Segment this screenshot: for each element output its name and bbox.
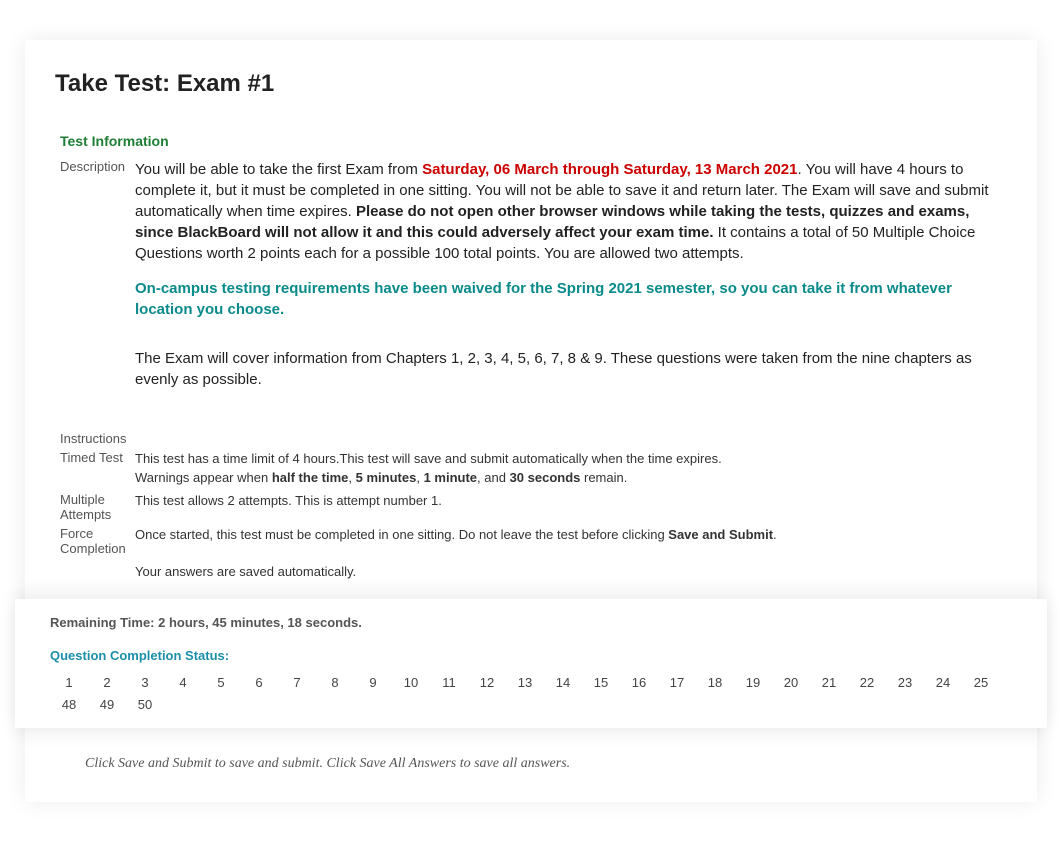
instructions-row: Instructions	[60, 429, 1002, 448]
timed-text: Warnings appear when	[135, 470, 272, 485]
description-row: Description You will be able to take the…	[60, 157, 1002, 429]
question-status-grid: 1234567891011121314151617181920212223242…	[50, 671, 1012, 723]
timed-text: remain.	[580, 470, 627, 485]
timed-text: ,	[416, 470, 423, 485]
force-completion-value: Once started, this test must be complete…	[135, 524, 1002, 585]
question-status-item[interactable]: 17	[658, 671, 696, 693]
description-paragraph-2: On-campus testing requirements have been…	[135, 278, 1002, 320]
question-status-item[interactable]: 12	[468, 671, 506, 693]
desc-dates: Saturday, 06 March through Saturday, 13 …	[422, 161, 797, 178]
timed-test-label: Timed Test	[60, 448, 135, 490]
question-status-item[interactable]: 19	[734, 671, 772, 693]
timed-test-row: Timed Test This test has a time limit of…	[60, 448, 1002, 490]
timed-5min: 5 minutes	[356, 470, 417, 485]
multiple-attempts-value: This test allows 2 attempts. This is att…	[135, 490, 1002, 524]
question-status-item[interactable]: 48	[50, 693, 88, 715]
desc-coverage: The Exam will cover information from Cha…	[135, 350, 972, 388]
instructions-label: Instructions	[60, 429, 135, 448]
timed-test-value: This test has a time limit of 4 hours.Th…	[135, 448, 1002, 490]
force-completion-label: Force Completion	[60, 524, 135, 585]
question-status-item[interactable]: 4	[164, 671, 202, 693]
question-status-item[interactable]: 9	[354, 671, 392, 693]
timed-text: This test has a time limit of 4 hours.Th…	[135, 451, 722, 466]
question-status-item[interactable]: 15	[582, 671, 620, 693]
timed-text: ,	[348, 470, 355, 485]
question-status-item[interactable]: 24	[924, 671, 962, 693]
timed-half: half the time	[272, 470, 349, 485]
page-title: Take Test: Exam #1	[25, 60, 1037, 118]
test-info-table: Description You will be able to take the…	[60, 157, 1002, 584]
question-status-item[interactable]: 8	[316, 671, 354, 693]
question-status-item[interactable]: 23	[886, 671, 924, 693]
test-page-container: Take Test: Exam #1 Test Information Desc…	[25, 40, 1037, 802]
question-status-item[interactable]: 10	[392, 671, 430, 693]
footer-instructions: Click Save and Submit to save and submit…	[25, 728, 1037, 772]
multiple-attempts-label: Multiple Attempts	[60, 490, 135, 524]
description-paragraph-1: You will be able to take the first Exam …	[135, 159, 1002, 264]
instructions-value	[135, 429, 1002, 448]
timed-30sec: 30 seconds	[510, 470, 581, 485]
question-status-item[interactable]: 1	[50, 671, 88, 693]
question-status-item[interactable]: 11	[430, 671, 468, 693]
timed-1min: 1 minute	[424, 470, 477, 485]
question-status-item[interactable]: 50	[126, 693, 164, 715]
question-status-item[interactable]: 22	[848, 671, 886, 693]
question-status-item[interactable]: 7	[278, 671, 316, 693]
force-text: Once started, this test must be complete…	[135, 527, 668, 542]
autosave-text: Your answers are saved automatically.	[135, 564, 356, 579]
description-value: You will be able to take the first Exam …	[135, 157, 1002, 429]
question-status-item[interactable]: 21	[810, 671, 848, 693]
question-status-item[interactable]: 3	[126, 671, 164, 693]
description-label: Description	[60, 157, 135, 429]
description-paragraph-3: The Exam will cover information from Cha…	[135, 348, 1002, 390]
question-status-item[interactable]: 16	[620, 671, 658, 693]
test-info-header: Test Information	[60, 133, 1002, 149]
question-status-item[interactable]: 49	[88, 693, 126, 715]
desc-waiver-notice: On-campus testing requirements have been…	[135, 280, 952, 318]
question-status-item[interactable]: 20	[772, 671, 810, 693]
question-status-item[interactable]: 14	[544, 671, 582, 693]
question-status-item[interactable]: 5	[202, 671, 240, 693]
question-completion-label: Question Completion Status:	[50, 636, 1012, 671]
force-completion-row: Force Completion Once started, this test…	[60, 524, 1002, 585]
test-information-section: Test Information Description You will be…	[35, 118, 1027, 599]
force-text: .	[773, 527, 777, 542]
question-status-item[interactable]: 18	[696, 671, 734, 693]
question-status-item[interactable]: 2	[88, 671, 126, 693]
question-status-item[interactable]: 25	[962, 671, 1000, 693]
multiple-attempts-row: Multiple Attempts This test allows 2 att…	[60, 490, 1002, 524]
remaining-time-display: Remaining Time: 2 hours, 45 minutes, 18 …	[50, 609, 1012, 636]
timed-text: , and	[477, 470, 510, 485]
status-panel: Remaining Time: 2 hours, 45 minutes, 18 …	[15, 599, 1047, 728]
question-status-item[interactable]: 6	[240, 671, 278, 693]
save-submit-bold: Save and Submit	[668, 527, 773, 542]
question-status-item[interactable]: 13	[506, 671, 544, 693]
desc-text: You will be able to take the first Exam …	[135, 161, 422, 178]
